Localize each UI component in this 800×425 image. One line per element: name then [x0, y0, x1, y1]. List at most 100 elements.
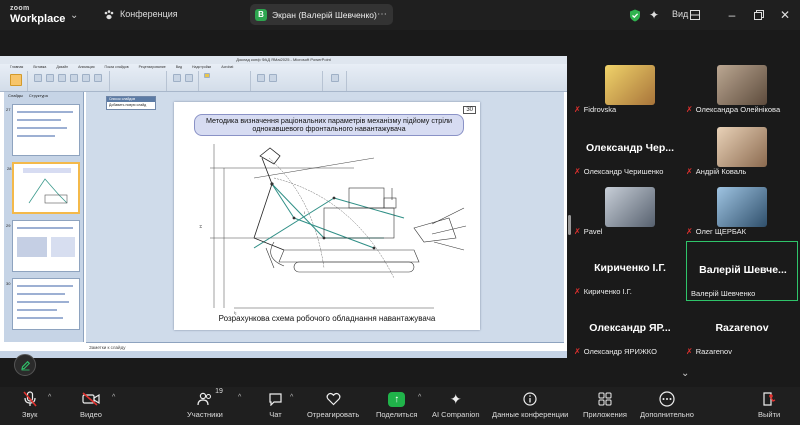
- ribbon-group: [253, 71, 323, 91]
- participant-tile[interactable]: ✗ Андрій Коваль: [686, 122, 798, 178]
- pane-tabs[interactable]: Слайды Структура: [4, 92, 83, 100]
- chat-button[interactable]: Чат: [268, 390, 283, 419]
- new-window-button[interactable]: [257, 74, 265, 82]
- participant-tile[interactable]: Кириченко І.Г. ✗ Кириченко І.Г.: [574, 242, 686, 298]
- more-options-icon[interactable]: ⋯: [377, 9, 387, 20]
- participant-display-name: Олександр Чер...: [585, 142, 675, 154]
- participant-name: Валерій Шевченко: [691, 288, 756, 298]
- video-button[interactable]: Видео: [80, 390, 102, 419]
- ribbon-group: [169, 71, 199, 91]
- participant-tile[interactable]: Олександр Чер... ✗ Олександр Черишенко: [574, 122, 686, 178]
- ribbon-button[interactable]: [58, 74, 66, 82]
- participants-button[interactable]: 19 Участники: [187, 388, 223, 419]
- ribbon-tab[interactable]: Дизайн: [56, 64, 68, 70]
- shared-screen[interactable]: Доклад конф ФАД ЯМаі2025 - Microsoft Pow…: [0, 56, 567, 358]
- ribbon-group: [112, 71, 167, 91]
- participant-tile[interactable]: ✗ Fidrovska: [574, 60, 686, 116]
- slide-list-popup[interactable]: Список слайдов Добавить новую слайд: [106, 96, 156, 110]
- participant-name: Олександр Черишенко: [583, 166, 664, 176]
- view-menu[interactable]: Вид: [672, 9, 688, 19]
- ribbon-button[interactable]: [82, 74, 90, 82]
- ribbon-button[interactable]: [94, 74, 102, 82]
- zoom-button[interactable]: [173, 74, 181, 82]
- ai-sparkle-icon[interactable]: ✦: [647, 8, 661, 22]
- video-options-chevron-icon[interactable]: ^: [112, 394, 115, 401]
- ribbon-tab[interactable]: Анимация: [78, 64, 94, 70]
- color-button[interactable]: [204, 73, 210, 78]
- notes-pane[interactable]: Заметки к слайду: [86, 342, 564, 351]
- ribbon-tab[interactable]: Вставка: [33, 64, 46, 70]
- ribbon-button[interactable]: [46, 74, 54, 82]
- ribbon-button[interactable]: [34, 74, 42, 82]
- muted-mic-icon: ✗: [686, 166, 693, 176]
- share-screen-button[interactable]: ↑ Поделиться: [376, 390, 417, 419]
- close-icon[interactable]: ✕: [778, 8, 792, 22]
- participant-tile-active-speaker[interactable]: Валерій Шевче... Валерій Шевченко: [686, 241, 798, 301]
- macros-button[interactable]: [331, 74, 339, 82]
- participant-name: Олександр ЯРИЖКО: [583, 346, 657, 356]
- ribbon-button[interactable]: [70, 74, 78, 82]
- ribbon-tabs[interactable]: Главная Вставка Дизайн Анимация Показ сл…: [0, 64, 567, 70]
- participant-tile[interactable]: ✗ Pavel: [574, 182, 686, 238]
- slide-title[interactable]: Методика визначення раціональних парамет…: [194, 114, 464, 136]
- audio-button[interactable]: Звук: [22, 390, 37, 419]
- panel-resize-handle[interactable]: [568, 215, 571, 235]
- slide-thumbnail[interactable]: 29: [6, 220, 80, 272]
- ribbon-tab[interactable]: Надстройки: [192, 64, 211, 70]
- audio-options-chevron-icon[interactable]: ^: [48, 394, 51, 401]
- slide-thumbnail[interactable]: 30: [6, 278, 80, 330]
- leave-button[interactable]: Выйти: [758, 390, 780, 419]
- slide-thumbnail[interactable]: 27: [6, 104, 80, 156]
- restore-icon[interactable]: [752, 8, 766, 22]
- more-button[interactable]: Дополнительно: [640, 390, 694, 419]
- react-button[interactable]: Отреагировать: [307, 390, 359, 419]
- participant-tile[interactable]: ✗ Олег ЩЕРБАК: [686, 182, 798, 238]
- chat-options-chevron-icon[interactable]: ^: [290, 394, 293, 401]
- participant-tile[interactable]: Олександр ЯР... ✗ Олександр ЯРИЖКО: [574, 302, 686, 358]
- ribbon-group: [201, 71, 251, 91]
- view-grid-icon[interactable]: [688, 8, 702, 22]
- ribbon-tab[interactable]: Главная: [10, 64, 23, 70]
- share-label: Экран (Валерій Шевченко): [272, 9, 377, 20]
- meeting-controls: Звук ^ Видео ^ 19 Участники ^ Чат ^ Отре…: [0, 387, 800, 425]
- participant-name: Razarenov: [695, 346, 732, 356]
- normal-view-button[interactable]: [10, 74, 22, 86]
- ribbon-tab[interactable]: Acrobat: [221, 64, 233, 70]
- tab-outline[interactable]: Структура: [29, 92, 48, 100]
- slide-number: 30: [463, 106, 476, 114]
- arrange-button[interactable]: [269, 74, 277, 82]
- slides-pane[interactable]: Слайды Структура 27 28 29 30: [4, 92, 84, 342]
- muted-mic-icon: [23, 390, 37, 408]
- meeting-info-button[interactable]: Данные конференции: [492, 390, 568, 419]
- svg-text:l: l: [304, 210, 305, 215]
- ai-companion-button[interactable]: ✦ AI Companion: [432, 390, 480, 420]
- ribbon-tab[interactable]: Рецензирование: [139, 64, 166, 70]
- current-slide[interactable]: 30 Методика визначення раціональних пара…: [174, 102, 480, 330]
- ppt-status-bar: [0, 351, 567, 358]
- slide-caption[interactable]: Розрахункова схема робочого обладнання н…: [174, 314, 480, 323]
- slide-thumbnail-selected[interactable]: 28: [7, 162, 80, 214]
- tab-slides[interactable]: Слайды: [8, 92, 23, 100]
- share-options-chevron-icon[interactable]: ^: [418, 394, 421, 401]
- muted-mic-icon: ✗: [574, 226, 581, 236]
- scroll-down-chevron-icon[interactable]: ⌄: [681, 368, 689, 379]
- participants-options-chevron-icon[interactable]: ^: [238, 394, 241, 401]
- participant-tile[interactable]: Razarenov ✗ Razarenov: [686, 302, 798, 358]
- popup-item[interactable]: Добавить новую слайд: [107, 102, 155, 108]
- slide-editor[interactable]: 30 Методика визначення раціональних пара…: [86, 92, 564, 342]
- zoom-logo: zoom Workplace: [10, 5, 66, 25]
- ribbon-tab[interactable]: Показ слайдов: [105, 64, 129, 70]
- muted-mic-icon: ✗: [574, 104, 581, 114]
- participant-tile[interactable]: ✗ Олександра Олейнікова: [686, 60, 798, 116]
- minimize-icon[interactable]: –: [725, 8, 739, 22]
- screen-share-indicator[interactable]: В Экран (Валерій Шевченко) ⋯: [250, 4, 393, 25]
- chevron-down-icon[interactable]: ⌄: [70, 10, 78, 21]
- ppt-ribbon[interactable]: Главная Вставка Дизайн Анимация Показ сл…: [0, 64, 567, 92]
- fit-button[interactable]: [185, 74, 193, 82]
- apps-button[interactable]: Приложения: [583, 390, 627, 419]
- shield-check-icon[interactable]: [628, 8, 642, 22]
- ribbon-tab[interactable]: Вид: [176, 64, 182, 70]
- chat-icon: [268, 390, 283, 408]
- paw-icon[interactable]: [102, 8, 116, 22]
- annotate-pen-button[interactable]: [14, 354, 36, 376]
